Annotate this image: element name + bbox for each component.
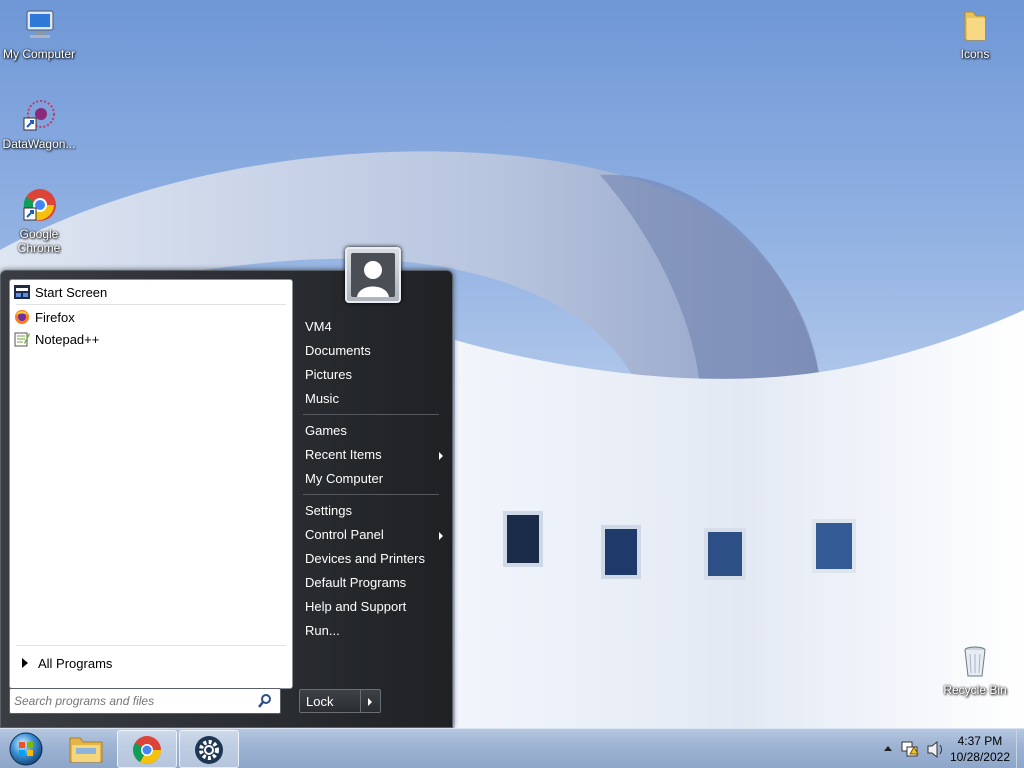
divider: [16, 645, 286, 646]
firefox-icon: [14, 309, 30, 325]
power-options-arrow-icon[interactable]: [368, 698, 372, 706]
link-music[interactable]: Music: [303, 388, 443, 410]
link-label: Recent Items: [305, 447, 382, 462]
divider: [303, 494, 439, 495]
gear-icon: [195, 736, 223, 764]
desktop-icon-google-chrome[interactable]: Google Chrome: [0, 188, 78, 255]
chrome-icon: [21, 188, 57, 224]
desktop-icon-label: My Computer: [2, 47, 76, 61]
divider: [16, 304, 286, 305]
link-my-computer[interactable]: My Computer: [303, 468, 443, 490]
link-devices-and-printers[interactable]: Devices and Printers: [303, 548, 443, 570]
link-label: Help and Support: [305, 599, 407, 614]
lock-button[interactable]: Lock: [299, 689, 381, 713]
all-programs-button[interactable]: All Programs: [18, 652, 288, 674]
program-start-screen[interactable]: Start Screen: [14, 281, 286, 303]
desktop-icon-label: Google Chrome: [17, 227, 61, 255]
taskbar-google-chrome[interactable]: [117, 730, 177, 768]
recycle-bin-icon: [957, 644, 993, 680]
link-help-and-support[interactable]: Help and Support: [303, 596, 443, 618]
volume-icon[interactable]: [927, 740, 942, 759]
link-vm4[interactable]: VM4: [303, 316, 443, 338]
link-label: Control Panel: [305, 527, 384, 542]
user-avatar[interactable]: [345, 247, 401, 303]
desktop-icon-my-computer[interactable]: My Computer: [0, 8, 78, 61]
program-label: Notepad++: [35, 331, 100, 347]
folder-icon: [957, 8, 993, 44]
search-box[interactable]: [9, 688, 281, 714]
network-icon[interactable]: [901, 741, 919, 757]
submenu-arrow-icon: [439, 452, 443, 460]
link-label: Settings: [305, 503, 352, 518]
divider: [303, 414, 439, 415]
system-tray: 4:37 PM 10/28/2022: [854, 729, 1024, 768]
link-label: Devices and Printers: [305, 551, 425, 566]
chrome-icon: [133, 736, 161, 764]
link-label: My Computer: [305, 471, 384, 486]
desktop-icon-label: Recycle Bin: [943, 683, 1007, 697]
triangle-right-icon: [22, 658, 28, 668]
link-default-programs[interactable]: Default Programs: [303, 572, 443, 594]
taskbar-file-explorer[interactable]: [56, 730, 116, 768]
link-documents[interactable]: Documents: [303, 340, 443, 362]
taskbar-clock[interactable]: 4:37 PM 10/28/2022: [950, 733, 1010, 765]
link-label: Pictures: [305, 367, 352, 382]
link-control-panel[interactable]: Control Panel: [303, 524, 443, 546]
link-label: Music: [305, 391, 339, 406]
program-notepad-plus-plus[interactable]: Notepad++: [14, 328, 286, 350]
link-pictures[interactable]: Pictures: [303, 364, 443, 386]
datawagon-icon: [21, 98, 57, 134]
link-label: Documents: [305, 343, 371, 358]
file-explorer-icon: [69, 737, 103, 763]
divider: [360, 690, 361, 712]
link-label: Default Programs: [305, 575, 407, 590]
start-menu: Start Screen Firefox Notepad++ All Progr…: [0, 247, 453, 728]
search-input[interactable]: [14, 692, 250, 710]
search-icon[interactable]: [258, 694, 272, 708]
link-run[interactable]: Run...: [303, 620, 443, 642]
link-label: Games: [305, 423, 347, 438]
desktop-icon-label: Icons: [960, 47, 990, 61]
show-desktop-button[interactable]: [1016, 729, 1024, 768]
desktop-icon-label: DataWagon...: [2, 137, 76, 151]
taskbar-settings[interactable]: [179, 730, 239, 768]
desktop-icon-icons-folder[interactable]: Icons: [936, 8, 1014, 61]
link-label: Run...: [305, 623, 340, 638]
desktop-icon-recycle-bin[interactable]: Recycle Bin: [936, 644, 1014, 697]
program-label: Start Screen: [35, 284, 108, 300]
link-label: VM4: [305, 319, 332, 334]
clock-date: 10/28/2022: [949, 750, 1010, 764]
link-games[interactable]: Games: [303, 420, 443, 442]
link-settings[interactable]: Settings: [303, 500, 443, 522]
lock-label: Lock: [306, 694, 334, 709]
start-button[interactable]: [6, 731, 46, 767]
clock-time: 4:37 PM: [957, 734, 1003, 748]
taskbar: 4:37 PM 10/28/2022: [0, 728, 1024, 768]
program-label: Firefox: [35, 309, 75, 325]
start-screen-icon: [14, 284, 30, 300]
programs-pane: Start Screen Firefox Notepad++ All Progr…: [9, 279, 293, 689]
all-programs-label: All Programs: [38, 655, 113, 671]
computer-icon: [21, 8, 57, 44]
notepad-plus-plus-icon: [14, 331, 30, 347]
start-orb-icon: [9, 732, 43, 766]
desktop-icon-datawagon[interactable]: DataWagon...: [0, 98, 78, 151]
show-hidden-icons-icon[interactable]: [884, 746, 892, 751]
submenu-arrow-icon: [439, 532, 443, 540]
link-recent-items[interactable]: Recent Items: [303, 444, 443, 466]
program-firefox[interactable]: Firefox: [14, 306, 286, 328]
